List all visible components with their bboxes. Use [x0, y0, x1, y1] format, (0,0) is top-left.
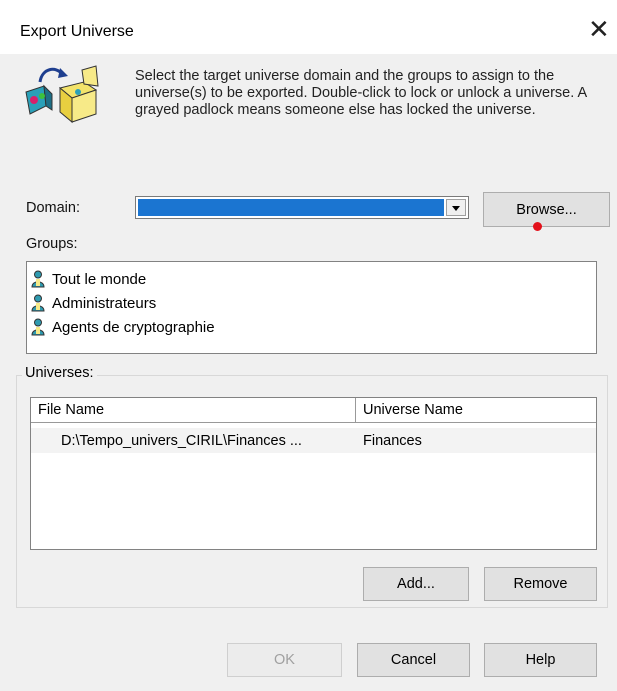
instructions-text: Select the target universe domain and th… [135, 68, 587, 118]
group-name: Tout le monde [52, 270, 147, 288]
user-icon [31, 318, 45, 336]
domain-dropdown[interactable] [135, 196, 469, 219]
universe-name-cell: Finances [363, 432, 422, 449]
list-item[interactable]: Administrateurs [31, 293, 156, 313]
help-button[interactable]: Help [484, 643, 597, 677]
close-icon[interactable]: ✕ [588, 16, 610, 42]
groups-list[interactable]: Tout le monde Administrateurs Agents de … [26, 261, 597, 354]
browse-button[interactable]: Browse... [483, 192, 610, 227]
title-bar: Export Universe ✕ [0, 0, 617, 54]
add-button[interactable]: Add... [363, 567, 469, 601]
universes-legend: Universes: [22, 365, 97, 381]
cancel-button[interactable]: Cancel [357, 643, 470, 677]
table-header: File Name Universe Name [31, 398, 596, 423]
remove-button[interactable]: Remove [484, 567, 597, 601]
domain-selected-value [138, 199, 444, 216]
universes-table[interactable]: File Name Universe Name D:\Tempo_univers… [30, 397, 597, 550]
column-header-universe-name[interactable]: Universe Name [356, 398, 596, 422]
user-icon [31, 270, 45, 288]
ok-button[interactable]: OK [227, 643, 342, 677]
file-name-cell: D:\Tempo_univers_CIRIL\Finances ... [61, 432, 302, 449]
window-title: Export Universe [20, 23, 134, 40]
list-item[interactable]: Agents de cryptographie [31, 317, 215, 337]
groups-label: Groups: [26, 236, 78, 252]
red-marker-dot [533, 222, 542, 231]
list-item[interactable]: Tout le monde [31, 269, 146, 289]
domain-label: Domain: [26, 200, 80, 216]
table-row[interactable]: D:\Tempo_univers_CIRIL\Finances ... Fina… [31, 428, 596, 453]
user-icon [31, 294, 45, 312]
chevron-down-icon[interactable] [446, 199, 466, 216]
column-header-file-name[interactable]: File Name [31, 398, 356, 422]
group-name: Agents de cryptographie [52, 318, 215, 336]
group-name: Administrateurs [52, 294, 157, 312]
export-wizard-icon [25, 65, 99, 124]
